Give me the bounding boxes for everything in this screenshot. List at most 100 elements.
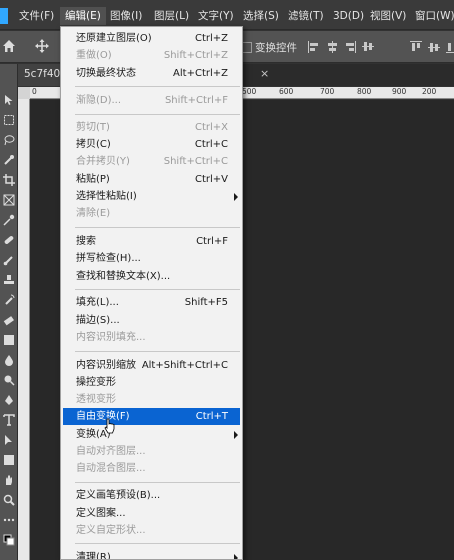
pen-tool-icon[interactable] (3, 394, 15, 406)
menu-item-check-spelling[interactable]: 拼写检查(H)... (63, 250, 240, 267)
menu-item-fade: 渐隐(D)... Shift+Ctrl+F (63, 92, 240, 109)
menu-item-find-replace[interactable]: 查找和替换文本(X)... (63, 268, 240, 285)
submenu-arrow-icon (234, 193, 238, 201)
blur-tool-icon[interactable] (3, 354, 15, 366)
menu-separator (75, 543, 240, 544)
brush-tool-icon[interactable] (3, 254, 15, 266)
align-left-icon[interactable] (308, 41, 320, 53)
menu-file[interactable]: 文件(F) (14, 7, 59, 25)
menu-item-shortcut: Shift+Ctrl+Z (163, 50, 228, 61)
menu-item-label: 操控变形 (76, 377, 116, 388)
menu-window[interactable]: 窗口(W) (410, 7, 454, 25)
vertical-ruler[interactable] (18, 99, 30, 560)
tools-panel (0, 64, 18, 560)
menu-item-toggle-last-state[interactable]: 切换最终状态 Alt+Ctrl+Z (63, 65, 240, 82)
ruler-label: 800 (357, 87, 372, 96)
menu-item-shortcut: Alt+Shift+Ctrl+C (141, 360, 228, 371)
menu-3d[interactable]: 3D(D) (328, 7, 369, 25)
eraser-tool-icon[interactable] (3, 314, 15, 326)
ruler-label: 900 (392, 87, 407, 96)
menu-image[interactable]: 图像(I) (105, 7, 147, 25)
quick-selection-tool-icon[interactable] (3, 154, 15, 166)
move-tool-icon[interactable] (3, 94, 15, 106)
dodge-tool-icon[interactable] (3, 374, 15, 386)
frame-tool-icon[interactable] (3, 194, 15, 206)
edit-toolbar-icon[interactable] (3, 514, 15, 526)
menu-item-purge[interactable]: 清理(R) (63, 549, 240, 559)
menu-item-shortcut: Ctrl+X (194, 122, 228, 133)
ruler-label: 500 (242, 87, 257, 96)
app-logo-icon (0, 8, 8, 24)
healing-brush-tool-icon[interactable] (3, 234, 15, 246)
menu-item-shortcut: Ctrl+F (196, 236, 228, 247)
menu-item-label: 合并拷贝(Y) (76, 156, 130, 167)
ruler-origin[interactable] (18, 87, 30, 99)
menu-item-free-transform[interactable]: 自由变换(F) Ctrl+T (63, 408, 240, 425)
foreground-color-icon[interactable] (3, 534, 15, 546)
menu-item-stroke[interactable]: 描边(S)... (63, 312, 240, 329)
menu-item-fill[interactable]: 填充(L)... Shift+F5 (63, 294, 240, 311)
stamp-tool-icon[interactable] (3, 274, 15, 286)
hand-tool-icon[interactable] (3, 474, 15, 486)
menu-item-shortcut: Shift+Ctrl+F (164, 95, 228, 106)
menu-item-content-aware-scale[interactable]: 内容识别缩放 Alt+Shift+Ctrl+C (63, 357, 240, 374)
menu-item-auto-blend-layers: 自动混合图层... (63, 460, 240, 477)
show-transform-controls-label: 变换控件 (255, 42, 297, 54)
menu-item-shortcut: Shift+Ctrl+C (163, 156, 228, 167)
menu-item-label: 定义图案... (76, 508, 126, 519)
marquee-tool-icon[interactable] (3, 114, 15, 126)
menu-view[interactable]: 视图(V) (365, 7, 411, 25)
menu-item-puppet-warp[interactable]: 操控变形 (63, 374, 240, 391)
align-top-icon[interactable] (410, 41, 422, 53)
menu-item-transform[interactable]: 变换(A) (63, 426, 240, 443)
menu-item-label: 填充(L)... (76, 297, 119, 308)
close-icon[interactable]: × (260, 67, 269, 80)
gradient-tool-icon[interactable] (3, 334, 15, 346)
align-middle-icon[interactable] (428, 41, 440, 53)
menu-item-shortcut: Ctrl+Z (194, 33, 228, 44)
menu-item-define-custom-shape: 定义自定形状... (63, 522, 240, 539)
path-selection-tool-icon[interactable] (3, 434, 15, 446)
menu-item-paste-special[interactable]: 选择性粘贴(I) (63, 188, 240, 205)
menu-item-search[interactable]: 搜索 Ctrl+F (63, 233, 240, 250)
align-center-icon[interactable] (326, 41, 338, 53)
menu-item-label: 还原建立图层(O) (76, 33, 152, 44)
menu-item-label: 自动混合图层... (76, 463, 146, 474)
menu-item-shortcut: Ctrl+V (194, 174, 228, 185)
menu-item-define-brush[interactable]: 定义画笔预设(B)... (63, 487, 240, 504)
align-right-icon[interactable] (344, 41, 356, 53)
menu-layer[interactable]: 图层(L) (149, 7, 194, 25)
menu-item-paste[interactable]: 粘贴(P) Ctrl+V (63, 171, 240, 188)
menu-item-cut: 剪切(T) Ctrl+X (63, 119, 240, 136)
menu-item-label: 清除(E) (76, 208, 111, 219)
menu-item-shortcut: Alt+Ctrl+Z (173, 68, 228, 79)
ruler-label: 700 (320, 87, 335, 96)
submenu-arrow-icon (234, 431, 238, 439)
menu-item-label: 搜索 (76, 236, 96, 247)
menu-item-copy-merged: 合并拷贝(Y) Shift+Ctrl+C (63, 153, 240, 170)
menu-item-undo[interactable]: 还原建立图层(O) Ctrl+Z (63, 30, 240, 47)
zoom-tool-icon[interactable] (3, 494, 15, 506)
align-bottom-icon[interactable] (446, 41, 454, 53)
align-horizontal-icon[interactable] (362, 41, 374, 53)
pointer-cursor-icon (104, 418, 115, 434)
lasso-tool-icon[interactable] (3, 134, 15, 146)
menu-item-label: 选择性粘贴(I) (76, 191, 137, 202)
eyedropper-tool-icon[interactable] (3, 214, 15, 226)
type-tool-icon[interactable] (3, 414, 15, 426)
menu-separator (75, 114, 240, 115)
menu-edit[interactable]: 编辑(E) (60, 7, 106, 25)
menu-select[interactable]: 选择(S) (238, 7, 284, 25)
menu-item-define-pattern[interactable]: 定义图案... (63, 505, 240, 522)
home-icon[interactable] (2, 39, 16, 53)
crop-tool-icon[interactable] (3, 174, 15, 186)
shape-tool-icon[interactable] (3, 454, 15, 466)
history-brush-tool-icon[interactable] (3, 294, 15, 306)
menu-item-copy[interactable]: 拷贝(C) Ctrl+C (63, 136, 240, 153)
menu-item-label: 粘贴(P) (76, 174, 110, 185)
menu-type[interactable]: 文字(Y) (193, 7, 239, 25)
menu-filter[interactable]: 滤镜(T) (283, 7, 329, 25)
menu-separator (75, 351, 240, 352)
move-tool-icon[interactable] (35, 39, 49, 53)
menu-item-label: 剪切(T) (76, 122, 110, 133)
